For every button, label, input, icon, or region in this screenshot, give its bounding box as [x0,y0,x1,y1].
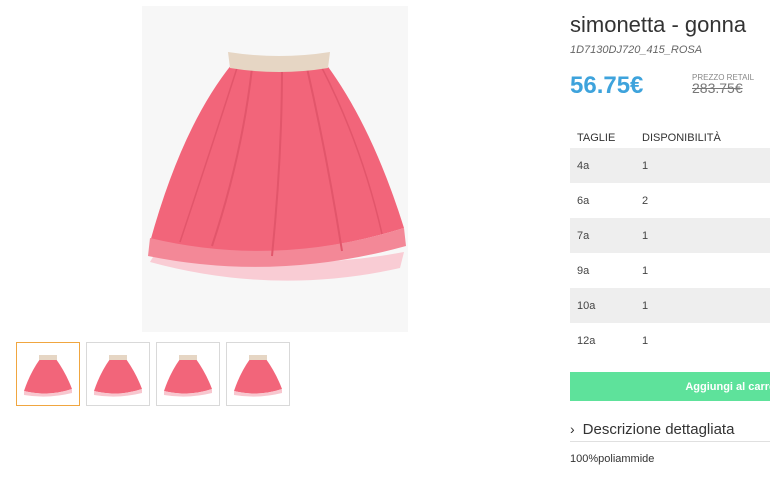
skirt-thumbnail-icon [164,355,212,397]
add-to-cart-button[interactable]: Aggiungi al carrello [570,372,770,401]
qty-cell: 2 [642,194,649,207]
table-row[interactable]: 7a 1 [570,218,770,253]
skirt-thumbnail-icon [24,355,72,397]
table-row[interactable]: 4a 1 [570,148,770,183]
size-cell: 6a [577,194,590,207]
skirt-thumbnail-icon [94,355,142,397]
table-row[interactable]: 10a 1 [570,288,770,323]
thumbnail-4[interactable] [226,342,290,406]
skirt-thumbnail-icon [234,355,282,397]
sizes-table-header: TAGLIE DISPONIBILITÀ [570,128,770,148]
size-cell: 9a [577,264,590,277]
chevron-right-icon: › [570,421,575,437]
size-cell: 10a [577,299,596,312]
qty-cell: 1 [642,299,649,312]
description-heading: Descrizione dettagliata [582,420,735,438]
header-sizes: TAGLIE [577,132,616,144]
add-to-cart-label: Aggiungi al carrello [685,380,770,393]
product-main-image[interactable] [142,6,408,332]
qty-cell: 1 [642,159,649,172]
qty-cell: 1 [642,229,649,242]
description-text: 100%poliammide [570,453,655,465]
retail-price: 283.75€ [692,80,743,96]
table-row[interactable]: 12a 1 [570,323,770,358]
header-availability: DISPONIBILITÀ [642,132,721,144]
qty-cell: 1 [642,264,649,277]
skirt-image [142,6,408,332]
description-toggle[interactable]: › Descrizione dettagliata [570,417,770,442]
thumbnail-2[interactable] [86,342,150,406]
thumbnail-strip [16,342,292,406]
size-cell: 12a [577,334,596,347]
table-row[interactable]: 6a 2 [570,183,770,218]
product-sku: 1D7130DJ720_415_ROSA [570,44,703,56]
size-cell: 7a [577,229,590,242]
size-cell: 4a [577,159,590,172]
sizes-table: TAGLIE DISPONIBILITÀ 4a 1 6a 2 7a 1 9a 1… [570,128,770,358]
product-title: simonetta - gonna [570,12,747,37]
thumbnail-3[interactable] [156,342,220,406]
thumbnail-1[interactable] [16,342,80,406]
product-price: 56.75€ [570,72,644,99]
table-row[interactable]: 9a 1 [570,253,770,288]
qty-cell: 1 [642,334,649,347]
